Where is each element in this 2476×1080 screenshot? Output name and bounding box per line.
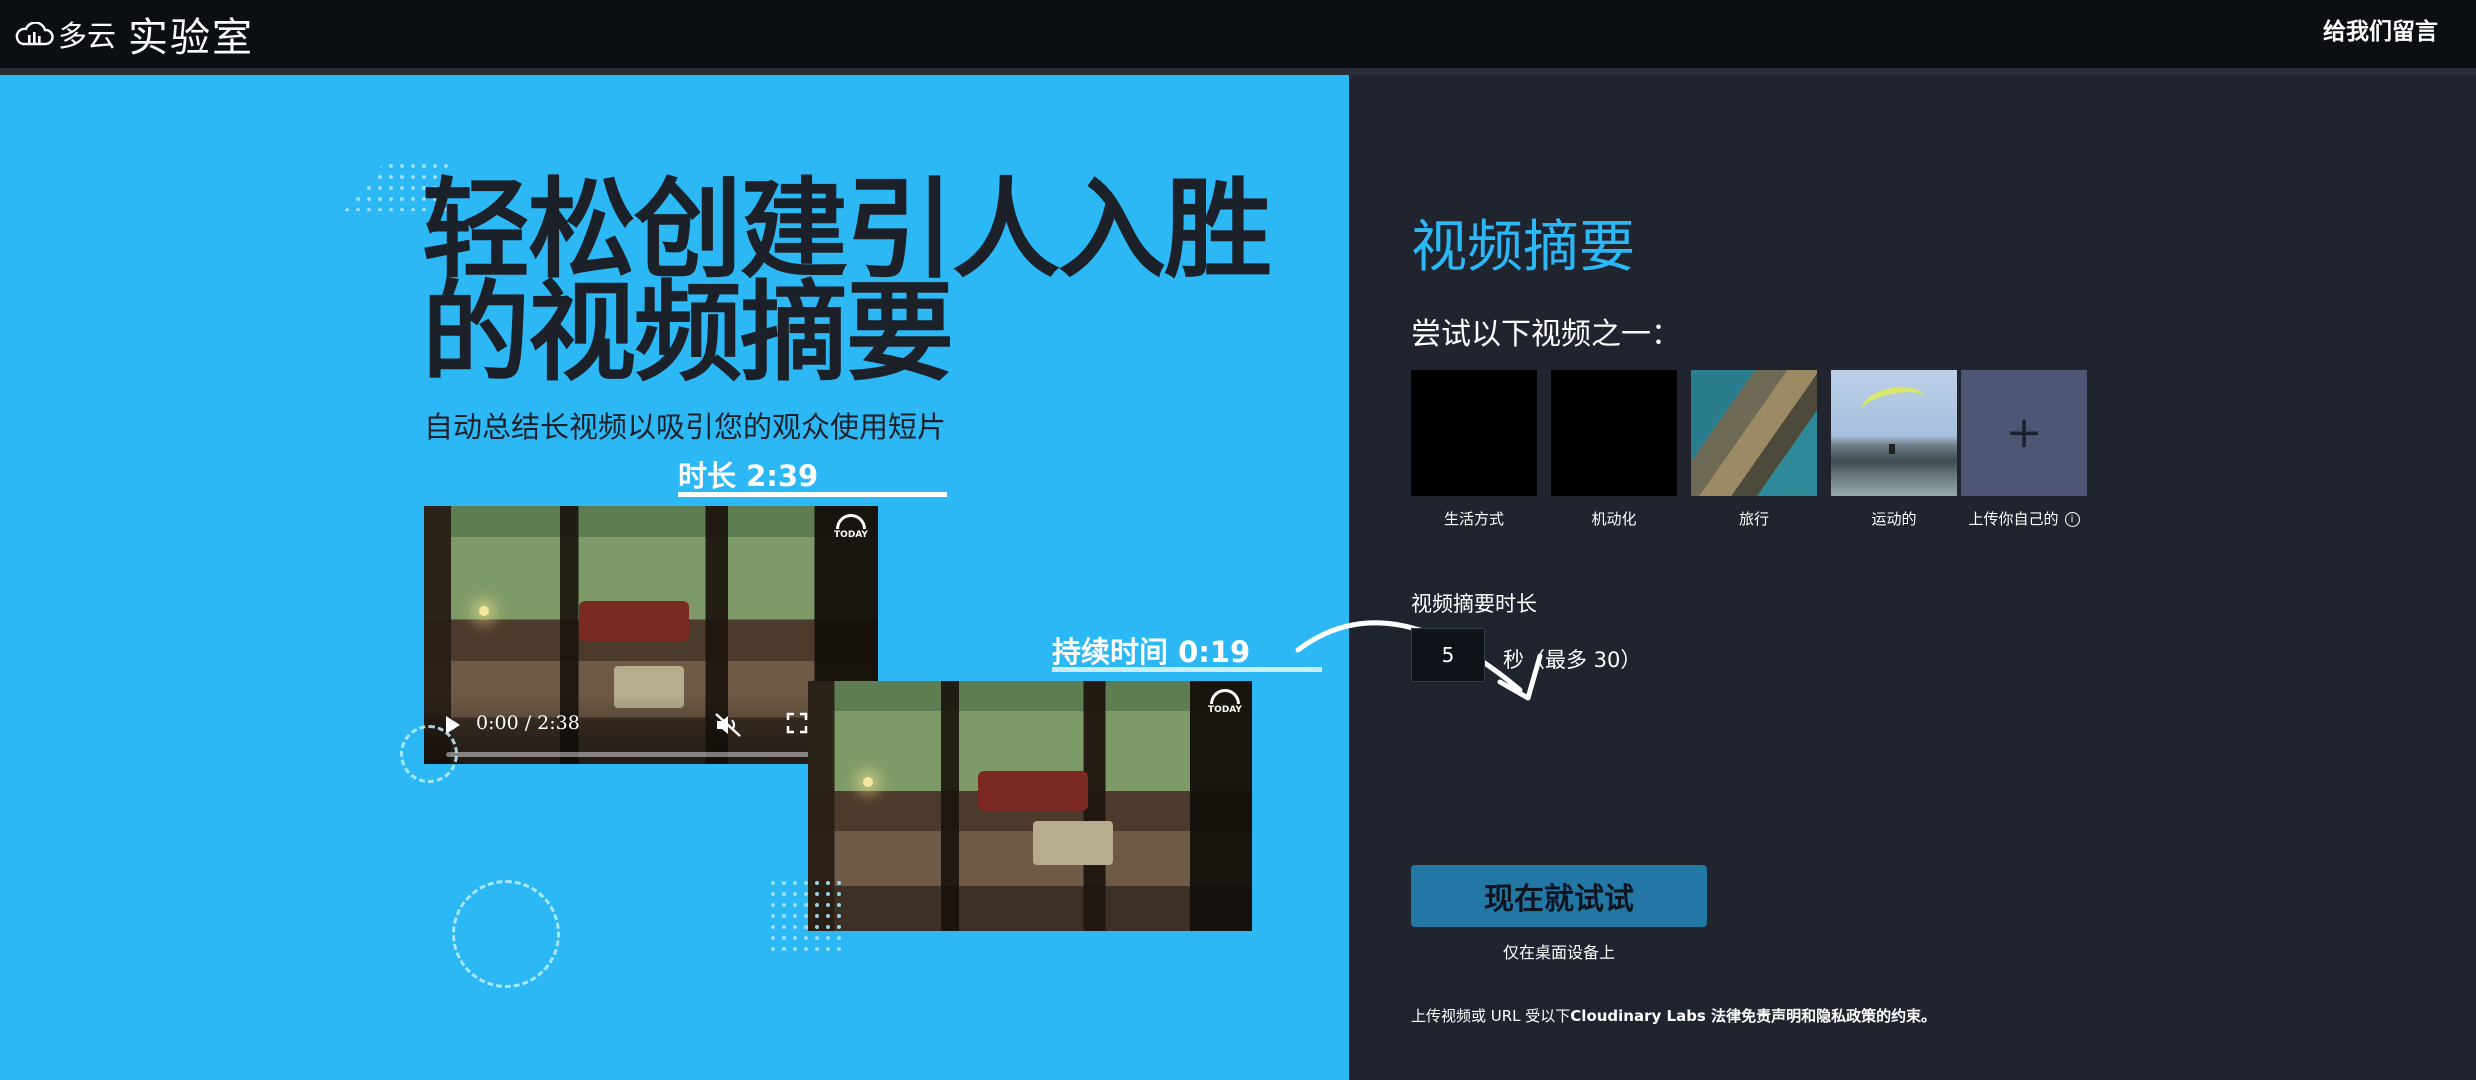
cloud-icon: [15, 22, 54, 46]
video-sofa: [579, 601, 689, 641]
video-time: 0:00 / 2:38: [476, 712, 580, 734]
video-sofa: [978, 771, 1088, 811]
sample-thumbnail: [1411, 370, 1537, 496]
try-label: 尝试以下视频之一：: [1411, 317, 1681, 352]
sample-thumbnail: [1691, 370, 1817, 496]
sample-videos: 生活方式 机动化 旅行 运动的 + 上传你自己的 i: [1411, 370, 2087, 529]
summary-video-preview[interactable]: TODAY: [808, 681, 1252, 931]
hero-subtitle: 自动总结长视频以吸引您的观众使用短片: [424, 410, 947, 444]
sample-label: 生活方式: [1443, 510, 1504, 528]
original-duration-label: 时长 2:39: [678, 459, 819, 493]
hero-title-line2: 的视频摘要: [422, 271, 954, 396]
brand-name: 多云: [58, 19, 117, 53]
sample-motorized[interactable]: 机动化: [1551, 370, 1677, 529]
video-progress-bar[interactable]: [446, 752, 826, 757]
today-arc-icon: [1210, 689, 1240, 704]
paraglider-person: [1889, 444, 1895, 454]
panel-title: 视频摘要: [1411, 215, 1635, 280]
dots-decoration-bottom: [770, 880, 842, 952]
summary-duration-underline: [1052, 667, 1322, 672]
ring-decoration-large: [452, 880, 560, 988]
ring-decoration-small: [400, 725, 458, 783]
brand-logo[interactable]: 多云 实验室: [14, 6, 254, 62]
sample-travel[interactable]: 旅行: [1691, 370, 1817, 529]
try-now-button[interactable]: 现在就试试: [1411, 865, 1707, 927]
video-light: [479, 606, 489, 616]
video-table: [1033, 821, 1113, 865]
original-duration-underline: [678, 492, 947, 497]
today-logo: TODAY: [832, 514, 870, 548]
sample-thumbnail: [1831, 370, 1957, 496]
fullscreen-icon[interactable]: [786, 712, 808, 734]
summary-length-unit: 秒（最多 30）: [1503, 648, 1642, 672]
sample-sports[interactable]: 运动的: [1831, 370, 1957, 529]
legal-notice: 上传视频或 URL 受以下Cloudinary Labs 法律免责声明和隐私政策…: [1411, 1005, 1936, 1026]
legal-prefix: 上传视频或 URL 受以下: [1411, 1007, 1571, 1025]
hero-title: 轻松创建引人入胜 的视频摘要: [422, 177, 1322, 388]
upload-tile: +: [1961, 370, 2087, 496]
summary-length-input[interactable]: [1411, 628, 1485, 682]
brand-lab: 实验室: [128, 15, 255, 61]
desktop-only-note: 仅在桌面设备上: [1502, 943, 1615, 962]
sample-label: 机动化: [1591, 510, 1637, 528]
plus-icon: +: [2005, 407, 2043, 458]
video-light: [863, 777, 873, 787]
paraglider-wing: [1858, 381, 1928, 427]
right-panel: 视频摘要 尝试以下视频之一： 生活方式 机动化 旅行 运动的 + 上传你自己的 i: [1349, 75, 2476, 1080]
hero-section: 轻松创建引人入胜 的视频摘要 自动总结长视频以吸引您的观众使用短片 时长 2:3…: [0, 75, 1349, 1080]
upload-own-video[interactable]: + 上传你自己的 i: [1961, 370, 2087, 529]
mute-icon[interactable]: [714, 712, 742, 738]
sample-label: 运动的: [1871, 510, 1917, 528]
sample-label: 旅行: [1738, 510, 1769, 528]
top-bar: 多云 实验室 给我们留言: [0, 0, 2476, 75]
info-icon[interactable]: i: [2064, 512, 2080, 527]
sample-thumbnail: [1551, 370, 1677, 496]
legal-link[interactable]: Cloudinary Labs 法律免责声明和隐私政策的约束。: [1570, 1007, 1936, 1025]
summary-length-label: 视频摘要时长: [1411, 592, 1537, 616]
feedback-link[interactable]: 给我们留言: [2323, 14, 2438, 50]
summary-duration-label: 持续时间 0:19: [1052, 635, 1251, 669]
today-logo: TODAY: [1206, 689, 1244, 723]
today-arc-icon: [836, 514, 866, 529]
upload-label: 上传你自己的 i: [1961, 508, 2087, 529]
sample-lifestyle[interactable]: 生活方式: [1411, 370, 1537, 529]
